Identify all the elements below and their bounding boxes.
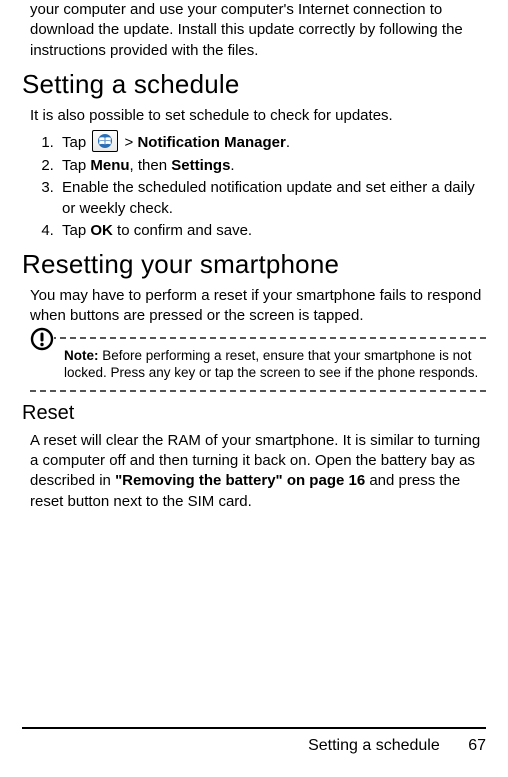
reset-body-ref: "Removing the battery" on page 16 (115, 472, 365, 489)
step-2-text-b: , then (130, 157, 172, 174)
step-2-menu: Menu (90, 157, 129, 174)
step-4: Tap OK to confirm and save. (58, 221, 486, 241)
reset-body: A reset will clear the RAM of your smart… (22, 431, 486, 512)
schedule-steps: Tap > Notification Manager. Tap Menu, th… (22, 132, 486, 241)
windows-start-icon (92, 130, 118, 152)
step-2-settings: Settings (171, 157, 230, 174)
footer-rule (22, 727, 486, 729)
footer-section-title: Setting a schedule (308, 737, 440, 754)
step-1-text-b: > (120, 134, 137, 151)
step-2: Tap Menu, then Settings. (58, 156, 486, 176)
footer-page-number: 67 (468, 735, 486, 757)
reset-intro: You may have to perform a reset if your … (22, 286, 486, 327)
heading-setting-a-schedule: Setting a schedule (22, 67, 486, 102)
step-1-text-a: Tap (62, 134, 90, 151)
step-2-text-c: . (230, 157, 234, 174)
note-alert-icon (30, 327, 54, 351)
step-4-text-a: Tap (62, 222, 90, 239)
step-4-ok: OK (90, 222, 113, 239)
step-1: Tap > Notification Manager. (58, 132, 486, 154)
heading-reset: Reset (22, 400, 486, 427)
step-3: Enable the scheduled notification update… (58, 178, 486, 219)
step-4-text-b: to confirm and save. (113, 222, 252, 239)
note-body: Before performing a reset, ensure that y… (64, 348, 478, 381)
note-label: Note: (64, 348, 99, 363)
step-1-text-c: . (286, 134, 290, 151)
step-1-notification-manager: Notification Manager (137, 134, 285, 151)
heading-resetting-your-smartphone: Resetting your smartphone (22, 247, 486, 282)
page-footer: Setting a schedule 67 (22, 727, 486, 757)
step-2-text-a: Tap (62, 157, 90, 174)
note-block: Note: Before performing a reset, ensure … (30, 337, 486, 392)
intro-continuation: your computer and use your computer's In… (22, 0, 486, 61)
schedule-intro: It is also possible to set schedule to c… (22, 106, 486, 126)
